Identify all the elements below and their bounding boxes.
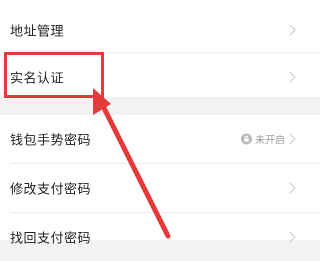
- wallet-gesture-password-row[interactable]: 钱包手势密码 未开启: [0, 115, 320, 163]
- change-payment-password-label: 修改支付密码: [10, 182, 92, 198]
- address-management-label: 地址管理: [10, 24, 65, 40]
- settings-group-payment: 钱包手势密码 未开启 修改支付密码 找回支付密码: [0, 115, 320, 247]
- chevron-right-icon: [284, 231, 296, 243]
- gesture-password-status-text: 未开启: [255, 135, 285, 147]
- chevron-right-icon: [284, 71, 296, 83]
- chevron-right-icon: [284, 133, 296, 145]
- change-payment-password-row[interactable]: 修改支付密码: [0, 164, 320, 212]
- recover-payment-password-label: 找回支付密码: [10, 231, 92, 247]
- lock-icon: [241, 133, 252, 145]
- address-management-row[interactable]: 地址管理: [0, 6, 320, 54]
- chevron-right-icon: [284, 24, 296, 36]
- recover-payment-password-row[interactable]: 找回支付密码: [0, 213, 320, 261]
- gesture-password-status: 未开启: [241, 132, 285, 147]
- wallet-gesture-password-label: 钱包手势密码: [10, 133, 92, 149]
- highlight-box: [4, 52, 104, 98]
- settings-list: 地址管理 实名认证 钱包手势密码 未开启 修改支付密码 找回支付密码: [0, 0, 320, 247]
- chevron-right-icon: [284, 182, 296, 194]
